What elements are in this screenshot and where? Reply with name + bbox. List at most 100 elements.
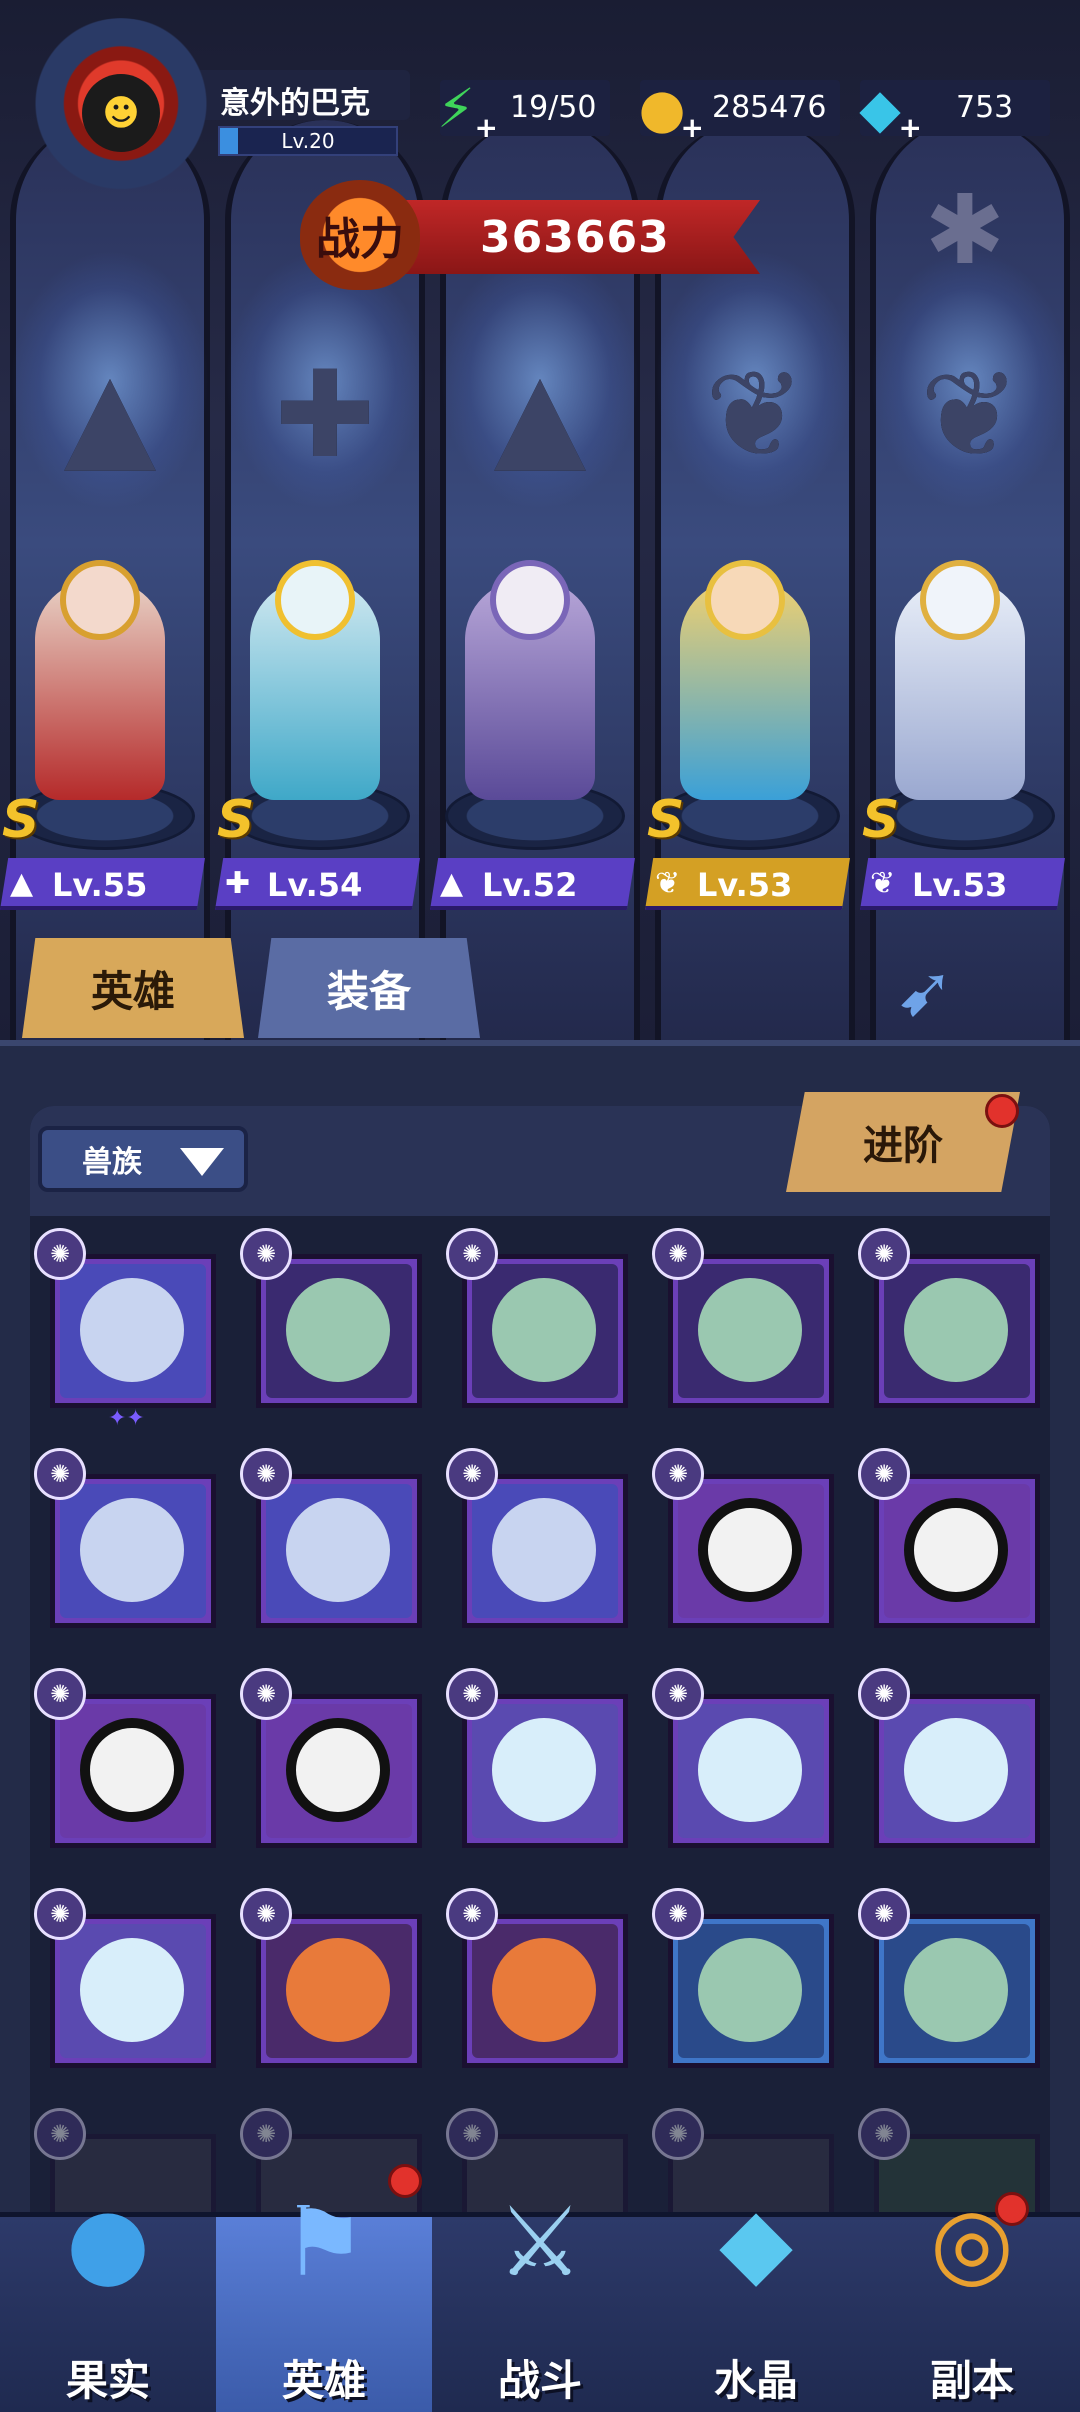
lineup-hero-2[interactable]: S bbox=[215, 560, 415, 860]
energy-value: 19/50 bbox=[510, 90, 597, 125]
hero-card-dragon[interactable]: ✺ bbox=[240, 1448, 422, 1630]
energy-counter[interactable]: ⚡ + 19/50 bbox=[437, 77, 610, 144]
hero-card-fox[interactable]: ✺ bbox=[446, 1888, 628, 2070]
hero-card-panda[interactable]: ✺ bbox=[652, 1448, 834, 1630]
hero-level: Lv.54 bbox=[267, 866, 363, 904]
sword-icon: ⚔ bbox=[496, 2186, 584, 2298]
beast-faction-icon: ✺ bbox=[240, 1448, 292, 1500]
wing-icon: ❦ bbox=[655, 866, 681, 901]
beast-faction-icon: ✺ bbox=[858, 1448, 910, 1500]
hero-card-fox[interactable]: ✺ bbox=[240, 1888, 422, 2070]
beast-faction-icon: ✺ bbox=[240, 2108, 292, 2160]
wrench-icon: ✚ bbox=[225, 866, 251, 901]
nav-fruit[interactable]: ● 果实 bbox=[0, 2186, 216, 2412]
beast-faction-icon: ✺ bbox=[446, 2108, 498, 2160]
diamond-value: 753 bbox=[956, 90, 1014, 125]
nav-label: 副本 bbox=[929, 2356, 1014, 2405]
hero-card-dragon[interactable]: ✺ ✦✦ bbox=[34, 1228, 216, 1431]
beast-faction-icon: ✺ bbox=[240, 1668, 292, 1720]
player-name: 意外的巴克 bbox=[220, 86, 370, 121]
beast-faction-icon: ✺ bbox=[652, 1228, 704, 1280]
player-level-bar: Lv.20 bbox=[218, 126, 398, 156]
gold-counter[interactable]: ● + 285476 bbox=[638, 77, 840, 144]
lineup-hero-3[interactable] bbox=[430, 560, 630, 860]
beast-faction-icon: ✺ bbox=[34, 2108, 86, 2160]
faction-filter-dropdown[interactable]: 兽族 bbox=[38, 1126, 248, 1192]
rank-badge: S bbox=[2, 790, 40, 850]
hero-level: Lv.52 bbox=[482, 866, 578, 904]
wing-icon: ❦ bbox=[919, 345, 1021, 485]
player-level: Lv.20 bbox=[281, 129, 335, 153]
hero-card-medusa[interactable]: ✺ bbox=[858, 1888, 1040, 2070]
hero-card-white-lion[interactable]: ✺ bbox=[34, 1888, 216, 2070]
hero-card-panda[interactable]: ✺ bbox=[34, 1668, 216, 1850]
bottom-navigation: ● 果实 ⚑ 英雄 ⚔ 战斗 ◆ 水晶 ◎ 副本 bbox=[0, 2186, 1080, 2412]
diamond-counter[interactable]: ◆ + 753 bbox=[859, 77, 1050, 144]
hero-card-medusa[interactable]: ✺ bbox=[446, 1228, 628, 1410]
faction-filter-value: 兽族 bbox=[82, 1145, 142, 1180]
nav-battle[interactable]: ⚔ 战斗 bbox=[432, 2186, 648, 2412]
formation-flower-icon[interactable]: ✱ bbox=[900, 175, 1030, 285]
beast-faction-icon: ✺ bbox=[858, 1888, 910, 1940]
hero-level-plate: ❦ Lv.53 bbox=[645, 858, 850, 910]
beast-faction-icon: ✺ bbox=[34, 1448, 86, 1500]
hero-card-medusa[interactable]: ✺ bbox=[652, 1228, 834, 1410]
star-rating: ✦✦ bbox=[108, 1406, 145, 1431]
beast-faction-icon: ✺ bbox=[446, 1448, 498, 1500]
beast-faction-icon: ✺ bbox=[652, 2108, 704, 2160]
hero-card-medusa[interactable]: ✺ bbox=[240, 1228, 422, 1410]
wing-icon: ❦ bbox=[870, 866, 896, 901]
beast-faction-icon: ✺ bbox=[652, 1888, 704, 1940]
notification-dot bbox=[388, 2164, 422, 2198]
diamond-icon: ◆ + bbox=[859, 76, 922, 145]
fruit-icon: ● bbox=[66, 2186, 150, 2298]
hero-card-dragon[interactable]: ✺ bbox=[446, 1448, 628, 1630]
hero-level: Lv.53 bbox=[697, 866, 793, 904]
hero-card-panda[interactable]: ✺ bbox=[240, 1668, 422, 1850]
beast-faction-icon: ✺ bbox=[240, 1228, 292, 1280]
hero-level-plate: ✚ Lv.54 bbox=[215, 858, 420, 910]
hero-icon: ⚑ bbox=[280, 2186, 368, 2298]
beast-faction-icon: ✺ bbox=[34, 1228, 86, 1280]
nav-label: 水晶 bbox=[713, 2356, 798, 2405]
beast-faction-icon: ✺ bbox=[446, 1888, 498, 1940]
nav-hero[interactable]: ⚑ 英雄 bbox=[216, 2186, 432, 2412]
notification-dot bbox=[995, 2192, 1029, 2226]
notification-dot bbox=[985, 1094, 1019, 1128]
hero-card-medusa[interactable]: ✺ bbox=[858, 1228, 1040, 1410]
player-avatar[interactable]: ☻ bbox=[26, 18, 216, 208]
tab-equipment[interactable]: 装备 bbox=[258, 938, 480, 1038]
wrench-icon: ✚ bbox=[274, 345, 376, 485]
hero-card-medusa[interactable]: ✺ bbox=[652, 1888, 834, 2070]
wing-icon: ❦ bbox=[704, 345, 806, 485]
avatar-face-icon: ☻ bbox=[102, 92, 140, 134]
hero-card-white-lion[interactable]: ✺ bbox=[446, 1668, 628, 1850]
crystal-icon: ◆ bbox=[719, 2186, 793, 2298]
rank-badge: S bbox=[217, 790, 255, 850]
tab-hero[interactable]: 英雄 bbox=[22, 938, 244, 1038]
bond-arrows-icon: ➹ bbox=[895, 950, 955, 1032]
wizard-hat-icon: ▲ bbox=[63, 345, 157, 485]
energy-bolt-icon: ⚡ + bbox=[437, 76, 498, 145]
hero-level: Lv.53 bbox=[912, 866, 1008, 904]
beast-faction-icon: ✺ bbox=[652, 1668, 704, 1720]
nav-crystal[interactable]: ◆ 水晶 bbox=[648, 2186, 864, 2412]
hero-card-dragon[interactable]: ✺ bbox=[34, 1448, 216, 1630]
lineup-hero-5[interactable]: S bbox=[860, 560, 1060, 860]
beast-faction-icon: ✺ bbox=[858, 2108, 910, 2160]
hero-card-white-lion[interactable]: ✺ bbox=[652, 1668, 834, 1850]
nav-label: 果实 bbox=[65, 2356, 150, 2405]
lineup-hero-4[interactable]: S bbox=[645, 560, 845, 860]
beast-faction-icon: ✺ bbox=[652, 1448, 704, 1500]
chevron-down-icon bbox=[180, 1148, 224, 1176]
nav-label: 战斗 bbox=[497, 2356, 582, 2405]
combat-power-banner: 战力 363663 bbox=[300, 180, 760, 290]
beast-faction-icon: ✺ bbox=[34, 1888, 86, 1940]
hero-card-white-lion[interactable]: ✺ bbox=[858, 1668, 1040, 1850]
gold-value: 285476 bbox=[712, 90, 827, 125]
wizard-hat-icon: ▲ bbox=[493, 345, 587, 485]
hero-card-panda[interactable]: ✺ bbox=[858, 1448, 1040, 1630]
beast-faction-icon: ✺ bbox=[446, 1228, 498, 1280]
lineup-hero-1[interactable]: S bbox=[0, 560, 200, 860]
nav-dungeon[interactable]: ◎ 副本 bbox=[864, 2186, 1080, 2412]
